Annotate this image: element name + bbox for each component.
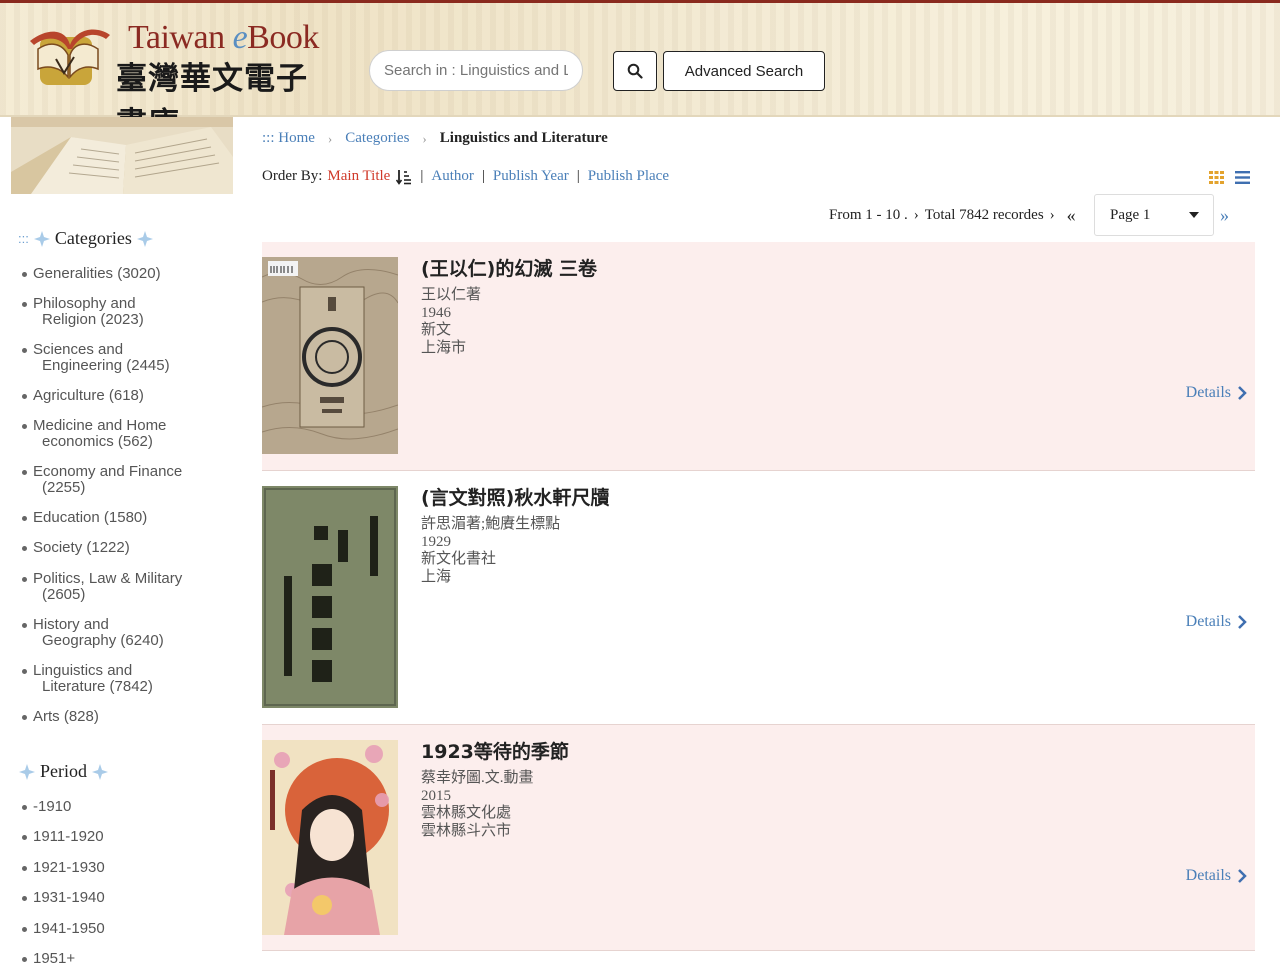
site-logo[interactable]: Taiwan eBook 臺灣華文電子書庫 xyxy=(16,13,336,142)
breadcrumb-current: Linguistics and Literature xyxy=(439,130,608,146)
book-row: 1923等待的季節 蔡幸妤圖.文.動畫 2015 雲林縣文化處 雲林縣斗六市 D… xyxy=(262,725,1255,951)
order-author[interactable]: Author xyxy=(431,168,474,185)
grid-view-icon[interactable] xyxy=(1209,171,1224,184)
chevron-right-icon: › xyxy=(422,130,427,146)
order-publish-place[interactable]: Publish Place xyxy=(588,168,669,185)
book-place: 雲林縣斗六市 xyxy=(421,822,512,839)
book-cover-image[interactable] xyxy=(262,740,398,935)
category-item[interactable]: Economy and Finance (2255) xyxy=(22,464,222,496)
book-row: (王以仁)的幻滅 三卷 王以仁著 1946 新文 上海市 Details xyxy=(262,242,1255,471)
list-view-icon[interactable] xyxy=(1235,171,1250,184)
site-header: Taiwan eBook 臺灣華文電子書庫 Advanced Search xyxy=(0,0,1280,142)
book-row: (言文對照)秋水軒尺牘 許思湄著;鮑賡生標點 1929 新文化書社 上海 Det… xyxy=(262,471,1255,725)
sidebar-book-image xyxy=(11,117,233,194)
details-link[interactable]: Details xyxy=(1186,867,1247,885)
book-year: 1946 xyxy=(421,304,451,321)
category-item[interactable]: Linguistics and Literature (7842) xyxy=(22,663,222,695)
period-item[interactable]: 1921-1930 xyxy=(22,860,222,876)
snowflake-icon xyxy=(136,230,153,247)
record-total: Total 7842 recordes xyxy=(924,206,1044,223)
advanced-search-button[interactable]: Advanced Search xyxy=(663,51,825,91)
category-item[interactable]: Philosophy and Religion (2023) xyxy=(22,296,222,328)
chevron-right-icon xyxy=(1238,869,1247,883)
category-item[interactable]: Society (1222) xyxy=(22,540,222,556)
pagination-info: From 1 - 10 . › Total 7842 recordes › « xyxy=(829,194,1082,236)
period-item[interactable]: 1931-1940 xyxy=(22,890,222,906)
book-title[interactable]: 1923等待的季節 xyxy=(421,737,569,764)
period-item[interactable]: 1911-1920 xyxy=(22,829,222,845)
book-place: 上海 xyxy=(421,568,452,585)
breadcrumb-categories[interactable]: Categories xyxy=(345,130,409,147)
order-publish-year[interactable]: Publish Year xyxy=(493,168,569,185)
book-cover-image[interactable] xyxy=(262,486,398,708)
period-item[interactable]: 1941-1950 xyxy=(22,921,222,937)
period-item[interactable]: 1951+ xyxy=(22,951,222,967)
book-meta: 王以仁著 1946 新文 上海市 xyxy=(421,287,481,357)
category-item[interactable]: Sciences and Engineering (2445) xyxy=(22,342,222,374)
first-page-icon[interactable]: « xyxy=(1067,205,1076,226)
order-main-title[interactable]: Main Title xyxy=(327,168,390,185)
details-link[interactable]: Details xyxy=(1186,613,1247,631)
search-button[interactable] xyxy=(613,51,657,91)
breadcrumb-home[interactable]: ::: Home xyxy=(262,130,315,147)
caret-down-icon xyxy=(1189,212,1199,218)
period-item[interactable]: -1910 xyxy=(22,799,222,815)
category-item[interactable]: Agriculture (618) xyxy=(22,388,222,404)
category-item[interactable]: Medicine and Home economics (562) xyxy=(22,418,222,450)
category-item[interactable]: Politics, Law & Military (2605) xyxy=(22,571,222,603)
order-by-label: Order By: xyxy=(262,168,323,184)
category-item[interactable]: History and Geography (6240) xyxy=(22,617,222,649)
book-cover-image[interactable] xyxy=(262,257,398,454)
book-logo-icon xyxy=(30,29,110,85)
snowflake-icon xyxy=(19,763,35,780)
categories-heading-label: Categories xyxy=(54,228,132,248)
search-icon xyxy=(627,63,643,79)
breadcrumb: ::: Home › Categories › Linguistics and … xyxy=(262,130,608,147)
snowflake-icon xyxy=(92,763,108,780)
category-item[interactable]: Education (1580) xyxy=(22,510,222,526)
period-heading-label: Period xyxy=(40,761,87,781)
page-select-value: Page 1 xyxy=(1110,206,1151,223)
category-item[interactable]: Arts (828) xyxy=(22,709,222,725)
logo-title: Taiwan eBook xyxy=(128,19,319,56)
snowflake-icon xyxy=(33,230,50,247)
categories-heading: ::: Categories xyxy=(18,228,154,249)
book-publisher: 新文化書社 xyxy=(421,551,497,567)
details-link[interactable]: Details xyxy=(1186,384,1247,402)
book-place: 上海市 xyxy=(421,339,467,356)
book-year: 1929 xyxy=(421,533,451,550)
chevron-right-icon: › xyxy=(1049,206,1055,223)
chevron-right-icon xyxy=(1238,615,1247,629)
book-meta: 許思湄著;鮑賡生標點 1929 新文化書社 上海 xyxy=(421,516,560,586)
record-range: From 1 - 10 . xyxy=(829,206,908,223)
heading-dots: ::: xyxy=(18,231,29,246)
order-by-bar: Order By: Main Title | Author | Publish … xyxy=(262,168,669,185)
chevron-right-icon xyxy=(1238,386,1247,400)
book-author: 蔡幸妤圖.文.動畫 xyxy=(421,770,534,786)
chevron-right-icon: › xyxy=(327,130,333,146)
book-publisher: 雲林縣文化處 xyxy=(421,805,512,821)
book-publisher: 新文 xyxy=(421,322,452,338)
book-author: 王以仁著 xyxy=(421,287,482,303)
last-page-icon[interactable]: » xyxy=(1220,205,1229,226)
book-title[interactable]: (言文對照)秋水軒尺牘 xyxy=(421,483,609,510)
book-title[interactable]: (王以仁)的幻滅 三卷 xyxy=(421,254,597,281)
sort-ascending-icon[interactable] xyxy=(396,169,412,185)
book-meta: 蔡幸妤圖.文.動畫 2015 雲林縣文化處 雲林縣斗六市 xyxy=(421,770,534,840)
open-book-photo xyxy=(11,117,233,194)
book-year: 2015 xyxy=(421,787,451,804)
page-select[interactable]: Page 1 xyxy=(1094,194,1214,236)
period-heading: Period xyxy=(18,761,109,782)
book-author: 許思湄著;鮑賡生標點 xyxy=(421,516,561,532)
category-item[interactable]: Generalities (3020) xyxy=(22,266,222,282)
chevron-right-icon: › xyxy=(913,206,919,223)
search-input[interactable] xyxy=(369,50,583,91)
